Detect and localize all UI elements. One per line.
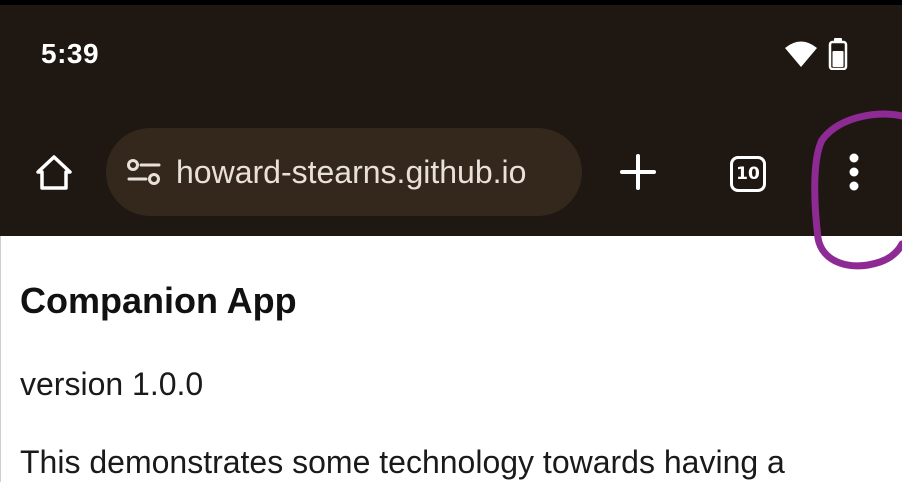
wifi-icon bbox=[784, 39, 818, 69]
address-bar[interactable]: howard-stearns.github.io bbox=[106, 128, 582, 216]
tab-count: 10 bbox=[730, 156, 766, 192]
page-title: Companion App bbox=[20, 280, 297, 321]
battery-icon bbox=[828, 38, 848, 70]
browser-chrome: 5:39 howard-stearns.github.io 10 bbox=[0, 0, 902, 236]
page-content: Companion App version 1.0.0 This demonst… bbox=[0, 236, 902, 482]
top-edge bbox=[0, 0, 902, 5]
plus-icon bbox=[619, 153, 657, 196]
status-time: 5:39 bbox=[41, 38, 100, 69]
menu-button[interactable] bbox=[830, 148, 878, 200]
page-description: This demonstrates some technology toward… bbox=[20, 444, 785, 480]
status-icons bbox=[784, 38, 848, 70]
page-version: version 1.0.0 bbox=[20, 366, 204, 402]
url-text[interactable]: howard-stearns.github.io bbox=[176, 154, 526, 191]
new-tab-button[interactable] bbox=[614, 150, 662, 198]
tab-switcher-button[interactable]: 10 bbox=[724, 150, 772, 198]
tune-icon[interactable] bbox=[124, 152, 164, 192]
home-icon bbox=[33, 152, 75, 197]
home-button[interactable] bbox=[30, 150, 78, 198]
more-vert-icon bbox=[848, 152, 860, 197]
